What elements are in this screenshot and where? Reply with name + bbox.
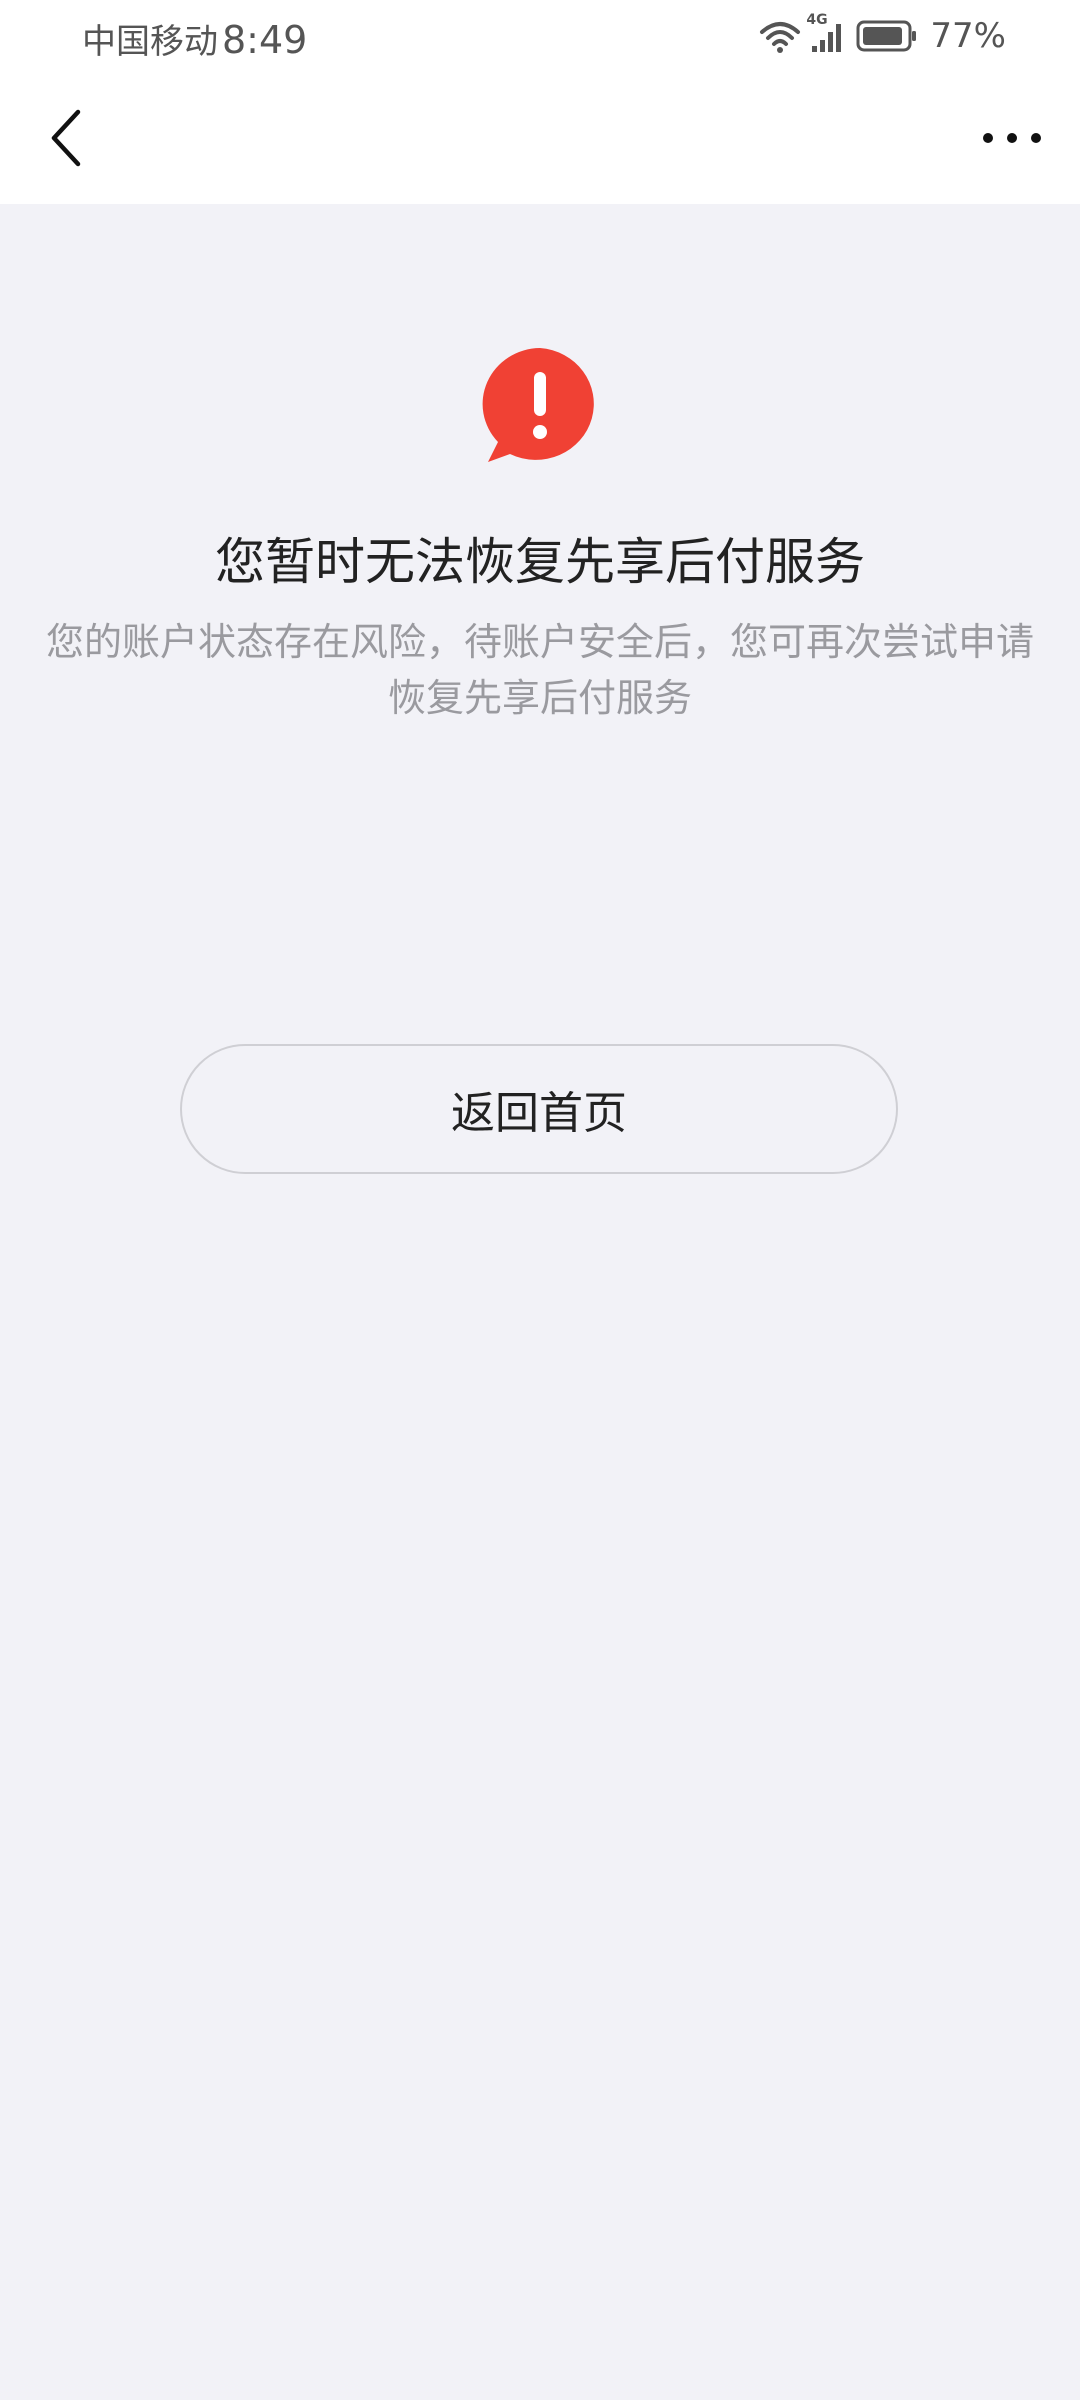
- status-icons: 4G 77%: [758, 12, 1006, 56]
- battery-percent: 77%: [930, 16, 1006, 56]
- status-time: 8:49: [222, 18, 308, 62]
- status-carrier-time: 中国移动 8:49: [82, 14, 307, 63]
- exclamation-bubble-icon: [480, 346, 600, 466]
- signal-icon: 4G: [806, 12, 846, 54]
- wifi-icon: [758, 18, 802, 54]
- back-button[interactable]: [36, 100, 96, 180]
- page-title: 您暂时无法恢复先享后付服务: [215, 533, 865, 591]
- more-button[interactable]: [972, 108, 1052, 172]
- nav-bar: [0, 72, 1080, 204]
- return-home-button[interactable]: 返回首页: [180, 1044, 898, 1174]
- page-subtitle: 您的账户状态存在风险，待账户安全后，您可再次尝试申请恢复先享后付服务: [45, 620, 1034, 720]
- chevron-left-icon: [46, 108, 86, 172]
- status-bar: 中国移动 8:49 4G 77%: [0, 0, 1080, 72]
- network-type-label: 4G: [806, 12, 828, 28]
- carrier-name: 中国移动: [82, 22, 218, 62]
- battery-icon: [856, 19, 918, 53]
- more-dots-icon: [980, 130, 1044, 150]
